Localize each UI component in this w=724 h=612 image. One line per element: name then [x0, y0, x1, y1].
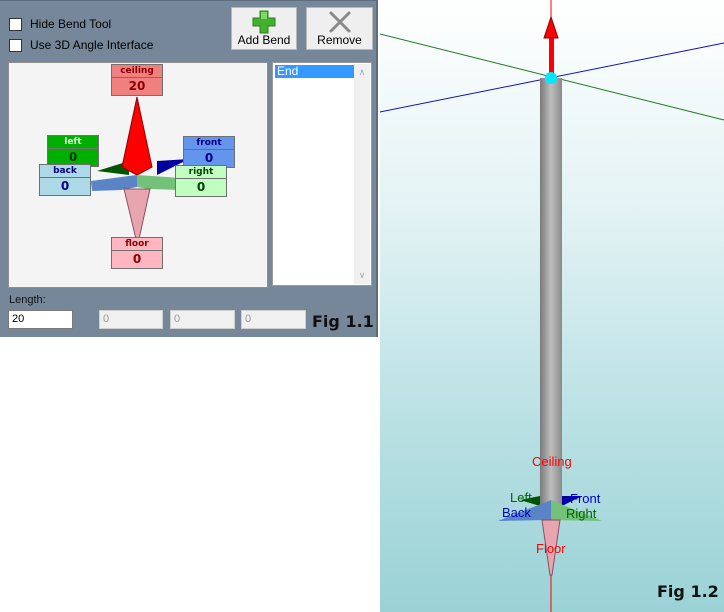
bend-list[interactable]: End ∧ ∨ [272, 62, 372, 286]
x-icon [329, 11, 350, 33]
back-label-3d: Back [502, 505, 531, 520]
ceiling-arrow-shape [121, 96, 153, 176]
bend-direction-widget[interactable]: ceiling 20 left 0 front 0 back 0 right 0… [8, 62, 268, 288]
right-label-3d: Right [566, 506, 597, 521]
length-label: Length: [9, 294, 46, 306]
left-label: left [48, 136, 98, 149]
floor-value[interactable]: 0 [112, 251, 162, 268]
ceiling-input[interactable]: ceiling 20 [111, 64, 163, 96]
direction-arrow-shaft [549, 36, 554, 76]
add-bend-button[interactable]: Add Bend [231, 7, 297, 50]
bend-list-item[interactable]: End [275, 65, 357, 78]
coord-y-field: 0 [170, 310, 235, 329]
figure-caption: Fig 1.1 [312, 312, 374, 331]
remove-label: Remove [317, 33, 362, 47]
bend-tool-panel: Hide Bend Tool Use 3D Angle Interface Ad… [0, 0, 378, 337]
floor-label-3d: Floor [536, 541, 566, 556]
list-scrollbar[interactable]: ∧ ∨ [354, 64, 370, 284]
back-label: back [40, 165, 90, 178]
checkbox-label: Hide Bend Tool [30, 17, 112, 31]
right-value[interactable]: 0 [176, 179, 226, 196]
checkbox-box[interactable] [9, 17, 22, 31]
plus-icon [252, 10, 276, 34]
checkbox-box[interactable] [9, 38, 22, 52]
back-input[interactable]: back 0 [39, 164, 91, 196]
length-input[interactable]: 20 [8, 310, 73, 329]
front-input[interactable]: front 0 [183, 136, 235, 168]
front-label-3d: Front [570, 491, 601, 506]
3d-viewport[interactable]: Ceiling Left Front Back Right Floor Fig … [380, 0, 724, 612]
scroll-up-icon[interactable]: ∧ [354, 67, 370, 78]
segment-cylinder [540, 78, 562, 508]
left-input[interactable]: left 0 [47, 135, 99, 167]
ceiling-value[interactable]: 20 [112, 78, 162, 95]
coord-z-field: 0 [241, 310, 306, 329]
ceiling-label-3d: Ceiling [532, 454, 572, 469]
scroll-down-icon[interactable]: ∨ [354, 270, 370, 281]
right-label: right [176, 166, 226, 179]
floor-input[interactable]: floor 0 [111, 237, 163, 269]
figure-caption: Fig 1.2 [657, 582, 719, 601]
floor-label: floor [112, 238, 162, 251]
direction-arrow-head [543, 15, 559, 39]
hide-bend-tool-checkbox[interactable]: Hide Bend Tool [9, 17, 111, 31]
use-3d-angle-checkbox[interactable]: Use 3D Angle Interface [9, 38, 153, 52]
checkbox-label: Use 3D Angle Interface [30, 38, 154, 52]
add-bend-label: Add Bend [237, 33, 291, 47]
right-input[interactable]: right 0 [175, 165, 227, 197]
remove-button[interactable]: Remove [306, 7, 373, 50]
floor-arrow-shape [123, 188, 151, 240]
left-label-3d: Left [510, 490, 532, 505]
front-label: front [184, 137, 234, 150]
back-value[interactable]: 0 [40, 178, 90, 195]
3d-scene [380, 0, 724, 612]
coord-x-field: 0 [99, 310, 163, 329]
end-point-handle [545, 72, 557, 84]
ceiling-label: ceiling [112, 65, 162, 78]
